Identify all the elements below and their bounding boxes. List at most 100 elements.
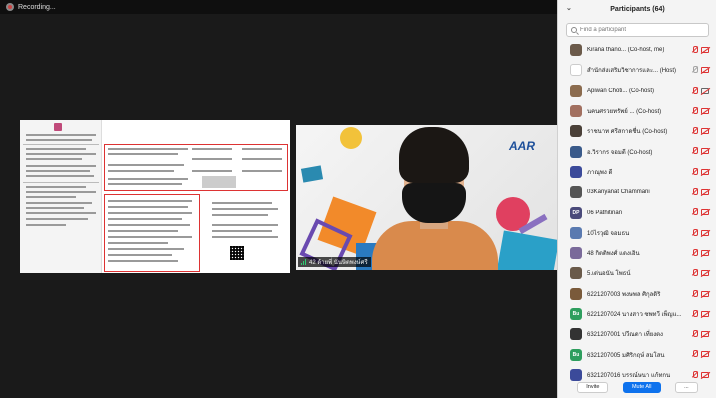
face-mask [402,183,466,223]
avatar [570,44,582,57]
participant-name: 6221207003 พงษพล ศิกุลดิริ [587,291,661,298]
document-logo [54,123,62,131]
participant-row[interactable]: สำนักส่งเสริมวิชาการและ... (Host) [558,60,716,80]
mic-muted-icon[interactable] [691,248,698,257]
participant-row[interactable]: Kirana thano... (Co-host, me) [558,40,716,60]
participant-name: 5.เด่นอนัน โพธน์ [587,271,631,278]
camera-off-icon[interactable] [701,351,709,358]
mic-muted-icon[interactable] [691,127,698,135]
participant-status-icons [691,127,709,135]
participant-name: 06 Pathitinan [587,209,623,216]
panel-footer: Invite Mute All ... [558,376,716,398]
recording-icon [6,3,14,11]
participant-status-icons [691,228,709,237]
participant-row[interactable]: 6221207003 พงษพล ศิกุลดิริ [558,284,716,304]
participant-status-icons [691,188,709,196]
participant-status-icons [691,289,709,298]
document-page-left [20,120,102,273]
mic-muted-icon[interactable] [691,86,698,95]
panel-header: ⌄ Participants (64) [558,0,716,18]
camera-video-tile[interactable]: AAR 42 ด้ายพี่ นันษิตพงษ์ศรี [296,125,559,270]
mic-muted-icon[interactable] [691,46,698,54]
panel-title: Participants (64) [610,5,665,13]
camera-off-icon[interactable] [701,270,709,277]
mic-icon[interactable] [691,66,698,74]
participant-status-icons [691,330,709,338]
camera-off-icon[interactable] [701,47,709,53]
avatar: Bu [570,348,582,361]
participants-panel: ⌄ Participants (64) Kirana thano... (Co-… [557,0,716,398]
mic-muted-icon[interactable] [691,289,698,298]
mic-muted-icon[interactable] [691,106,698,115]
camera-off-icon[interactable] [701,189,709,196]
camera-off-icon[interactable] [701,209,709,216]
camera-off-icon[interactable] [701,290,709,297]
camera-off-icon[interactable] [701,107,709,114]
document-page-right [102,120,290,273]
mute-all-button[interactable]: Mute All [622,381,661,393]
camera-off-icon[interactable] [701,128,709,135]
mic-muted-icon[interactable] [691,208,698,216]
camera-off-icon[interactable] [701,229,709,236]
avatar [570,287,582,300]
mic-muted-icon[interactable] [691,330,698,338]
participant-row[interactable]: นคนศรวยทรัพย์ ... (Co-host) [558,101,716,121]
qr-code [230,246,244,260]
avatar [570,328,582,341]
participant-status-icons [691,66,709,74]
participant-row[interactable]: 10ไรวุฒิ จอมธน [558,223,716,243]
participant-row[interactable]: ราชนาท ศรีสกาดชื่น (Co-host) [558,121,716,141]
mic-muted-icon[interactable] [691,350,698,358]
participant-row[interactable]: 03Kanyanat Chammani [558,182,716,202]
search-icon [571,27,577,33]
avatar [570,186,582,199]
camera-off-icon[interactable] [701,249,709,256]
participant-name: 6321207001 ปวีณดา เที่ยงตง [587,332,663,339]
aar-logo: AAR [509,139,535,153]
camera-participant-name: 42 ด้ายพี่ นันษิตพงษ์ศรี [309,260,368,266]
recording-indicator[interactable]: Recording... [6,2,56,12]
participant-name: 6321207005 มศิริกฤษ์ สมโสน [587,352,665,359]
camera-off-icon[interactable] [701,331,709,338]
mic-muted-icon[interactable] [691,147,698,155]
mic-muted-icon[interactable] [691,228,698,237]
participant-row[interactable]: DP 06 Pathitinan [558,202,716,222]
participant-row[interactable]: อ.วิรากร จอมดี (Co-host) [558,141,716,161]
avatar [570,84,582,97]
chevron-down-icon[interactable]: ⌄ [566,5,574,13]
participant-name: ภาณุพง ดี [587,169,613,176]
participant-name: 10ไรวุฒิ จอมธน [587,230,630,237]
participant-row[interactable]: Apiwan Choti... (Co-host) [558,81,716,101]
camera-off-icon[interactable] [701,310,709,317]
camera-icon[interactable] [701,87,709,94]
participant-name: อ.วิรากร จอมดี (Co-host) [587,149,653,156]
mic-muted-icon[interactable] [691,269,698,277]
participant-name: 6221207024 นางสาว ซพทวี เพ็ญแ... [587,312,682,318]
mic-muted-icon[interactable] [691,188,698,196]
participant-row[interactable]: 6321207001 ปวีณดา เที่ยงตง [558,324,716,344]
participant-row[interactable]: 48 กิตติพงศ์ แดงเอิน [558,243,716,263]
participant-status-icons [691,248,709,257]
participant-row[interactable]: Bu 6321207005 มศิริกฤษ์ สมโสน [558,344,716,364]
participant-name: 48 กิตติพงศ์ แดงเอิน [587,251,640,258]
participant-row[interactable]: ภาณุพง ดี [558,162,716,182]
participant-row[interactable]: Bu 6221207024 นางสาว ซพทวี เพ็ญแ... [558,304,716,324]
signal-icon [301,259,306,265]
participant-row[interactable]: 5.เด่นอนัน โพธน์ [558,263,716,283]
camera-off-icon[interactable] [701,67,709,74]
avatar [570,64,582,77]
avatar [570,247,582,260]
more-button[interactable]: ... [675,381,698,393]
mic-muted-icon[interactable] [691,309,698,318]
mic-muted-icon[interactable] [691,167,698,176]
search-input[interactable] [580,27,700,33]
search-participant[interactable] [566,23,709,37]
avatar [570,125,582,138]
invite-button[interactable]: Invite [577,381,609,393]
top-bar: Recording... [0,0,557,14]
camera-off-icon[interactable] [701,168,709,175]
shared-screen-tile[interactable] [20,120,290,273]
camera-off-icon[interactable] [701,148,709,155]
participant-status-icons [691,350,709,358]
avatar [570,165,582,178]
